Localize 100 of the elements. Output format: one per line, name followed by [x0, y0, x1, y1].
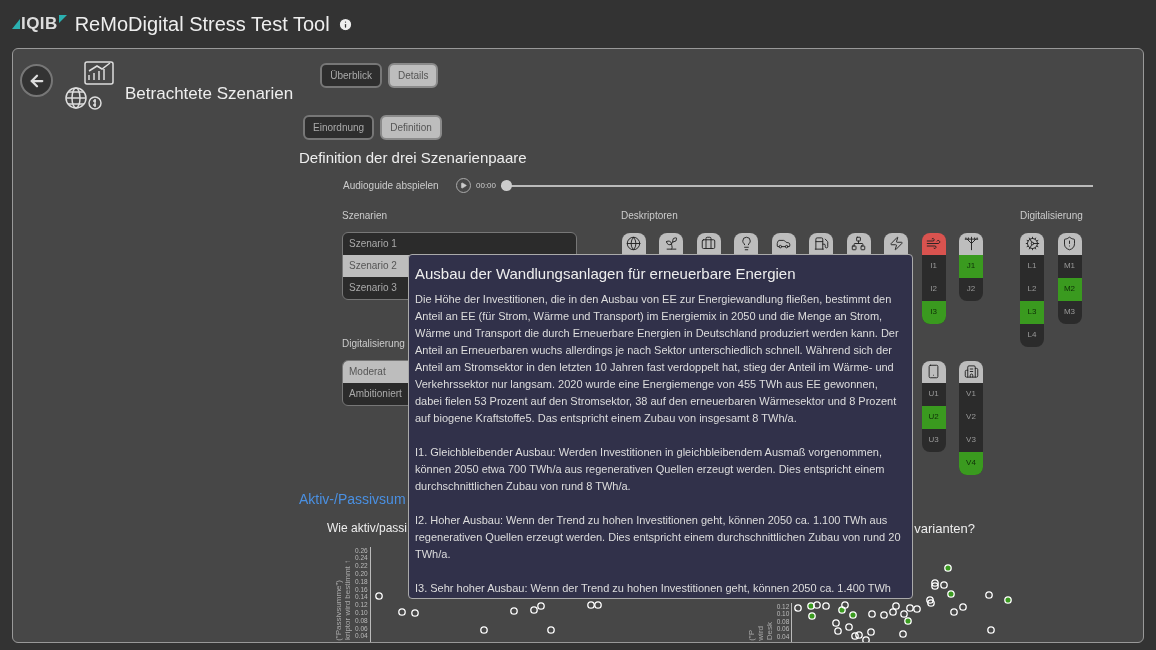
group-label: Digitalisierung — [342, 336, 405, 351]
tab[interactable]: Details — [387, 63, 439, 88]
section-heading: Definition der drei Szenarienpaare — [299, 148, 528, 168]
level-option[interactable]: J2 — [959, 277, 983, 301]
axis-label: Desk — [764, 622, 774, 641]
data-point — [899, 629, 908, 638]
descriptor-tile[interactable] — [846, 232, 871, 255]
data-point — [808, 611, 817, 620]
descriptor-tile[interactable] — [921, 232, 946, 255]
data-point — [832, 618, 841, 627]
level-option[interactable]: I3 — [921, 300, 946, 324]
tooltip-paragraph: I3. Sehr hoher Ausbau: Wenn der Trend zu hohen Investitionen geht, können 2050 ca. 1.400 TWh — [415, 580, 892, 596]
descriptor-icon — [963, 236, 979, 251]
data-point — [892, 601, 901, 610]
tab[interactable]: Überblick — [320, 63, 382, 88]
level-option[interactable]: J1 — [959, 254, 983, 278]
audio-slider[interactable] — [501, 180, 1094, 191]
info-icon[interactable] — [337, 16, 353, 32]
descriptor-tile[interactable] — [921, 360, 946, 383]
descriptor-icon — [1024, 236, 1040, 251]
data-point — [926, 595, 935, 604]
descriptor-tile[interactable] — [809, 232, 833, 255]
group-label: Deskriptoren — [621, 208, 679, 223]
data-point — [1004, 595, 1013, 604]
data-point — [586, 600, 595, 609]
data-point — [889, 607, 898, 616]
data-point — [397, 607, 406, 616]
level-option[interactable]: V2 — [959, 405, 983, 429]
tab[interactable]: Einordnung — [303, 115, 375, 140]
axis-label: ("Passivsumme") — [334, 579, 343, 641]
back-button[interactable] — [20, 64, 53, 97]
level-option[interactable]: V1 — [959, 382, 983, 406]
descriptor-tile[interactable] — [959, 232, 983, 255]
data-point — [822, 601, 831, 610]
audio-label: Audioguide abspielen — [343, 179, 440, 193]
level-option[interactable]: I2 — [921, 277, 946, 301]
data-point — [849, 610, 858, 619]
tooltip-title: Ausbau der Wandlungsanlagen für erneuerbare Energien — [415, 264, 797, 284]
data-point — [944, 563, 953, 572]
descriptor-tile[interactable] — [1020, 232, 1044, 255]
descriptor-tile[interactable] — [959, 360, 983, 383]
descriptor-tile[interactable] — [884, 232, 908, 255]
data-point — [900, 609, 909, 618]
list-option[interactable]: Szenario 1 — [343, 232, 576, 255]
audio-time: 00:00 — [476, 179, 497, 192]
question-text: Wie aktiv/passi — [327, 519, 408, 535]
tooltip-paragraph: I2. Hoher Ausbau: Wenn der Trend zu hohen Investitionen geht, können 2050 ca. 1.100 TWh aus regenerativen Quellen erzeugt werden. Dies entspricht einem durchschnittlichen Zubau von rund 20 TWh/a. — [415, 512, 902, 562]
group-label: Szenarien — [342, 208, 389, 223]
axis-label: wird — [755, 625, 765, 641]
data-point — [985, 590, 994, 599]
descriptor-tile[interactable] — [659, 232, 683, 255]
descriptor-icon — [1062, 236, 1077, 251]
descriptor-icon — [888, 236, 904, 251]
level-option[interactable]: L2 — [1020, 277, 1044, 301]
data-point — [940, 580, 949, 589]
data-point — [813, 600, 822, 609]
level-option[interactable]: L1 — [1020, 254, 1044, 278]
level-option[interactable]: I1 — [921, 254, 946, 278]
tooltip-paragraph: I1. Gleichbleibender Ausbau: Werden Investitionen in gleichbleibendem Ausmaß vorgenommen, können 2050 etwa 700 TWh/a aus regenerativen Quellen erzeugt werden. Dies entspricht einem durchschnittlichen Zubau von rund 8 TWh/a. — [415, 444, 886, 494]
level-option[interactable]: V4 — [959, 451, 983, 475]
data-point — [479, 625, 488, 634]
descriptor-icon — [813, 236, 829, 251]
level-option[interactable]: U1 — [921, 382, 946, 406]
level-option[interactable]: L4 — [1020, 323, 1044, 347]
descriptor-tile[interactable] — [1057, 232, 1082, 255]
group-label: Digitalisierung — [1020, 208, 1083, 223]
level-option[interactable]: U2 — [921, 405, 946, 429]
data-point — [868, 609, 877, 618]
data-point — [838, 605, 847, 614]
level-option[interactable]: V3 — [959, 428, 983, 452]
data-point — [913, 604, 922, 613]
descriptor-tile[interactable] — [771, 232, 796, 255]
data-point — [931, 578, 940, 587]
tab[interactable]: Definition — [380, 115, 442, 140]
data-point — [931, 581, 940, 590]
descriptor-tile[interactable] — [621, 232, 646, 255]
data-point — [834, 626, 843, 635]
data-point — [880, 610, 889, 619]
app-title: ReMoDigital Stress Test Tool — [74, 12, 330, 37]
level-option[interactable]: M3 — [1057, 300, 1082, 324]
data-point — [536, 601, 545, 610]
descriptor-tile[interactable] — [696, 232, 721, 255]
descriptor-tile[interactable] — [734, 232, 758, 255]
level-option[interactable]: U3 — [921, 428, 946, 452]
data-point — [927, 598, 936, 607]
level-option[interactable]: L3 — [1020, 300, 1044, 324]
descriptor-icon — [626, 236, 641, 251]
data-point — [851, 631, 860, 640]
data-point — [593, 600, 602, 609]
axis-label: ("P — [746, 629, 756, 641]
level-option[interactable]: M1 — [1057, 254, 1082, 278]
logo: IQIB — [12, 11, 67, 37]
data-point — [546, 625, 555, 634]
data-point — [374, 591, 383, 600]
data-point — [794, 603, 803, 612]
level-option[interactable]: M2 — [1057, 277, 1082, 301]
data-point — [947, 589, 956, 598]
data-point — [867, 627, 876, 636]
data-point — [906, 603, 915, 612]
section-heading: Aktiv-/Passivsum — [299, 489, 406, 509]
